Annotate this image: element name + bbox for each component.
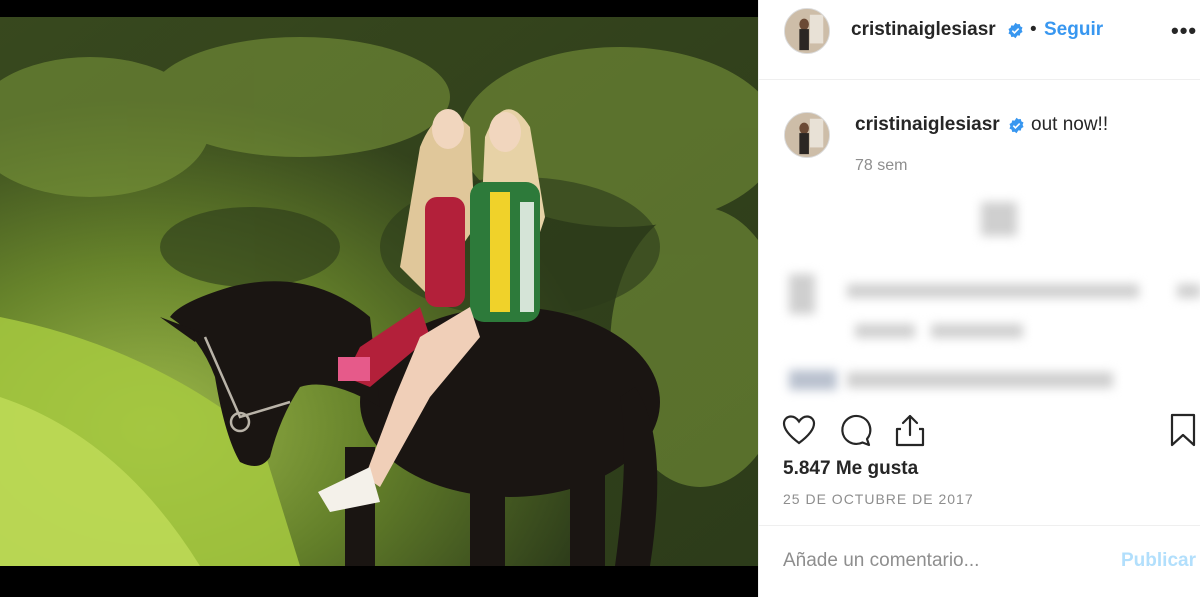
blurred-block	[1177, 284, 1200, 298]
comment-icon[interactable]	[837, 412, 873, 448]
caption-avatar[interactable]	[784, 112, 830, 158]
blurred-block	[981, 202, 1017, 236]
caption-text: out now!!	[1031, 114, 1109, 135]
post-media-frame	[0, 0, 758, 597]
post-date[interactable]: 25 DE OCTUBRE DE 2017	[783, 491, 974, 507]
blurred-block	[847, 284, 1139, 298]
photo-illustration	[0, 17, 758, 566]
blurred-block	[931, 324, 1023, 338]
avatar-image	[785, 113, 829, 157]
blurred-block	[789, 370, 837, 390]
header-username[interactable]: cristinaiglesiasr	[851, 19, 996, 41]
blurred-block	[855, 324, 915, 338]
bookmark-icon[interactable]	[1167, 412, 1199, 448]
blurred-block	[789, 274, 815, 314]
share-icon[interactable]	[892, 412, 928, 448]
post-photo[interactable]	[0, 17, 758, 566]
more-options-icon[interactable]: •••	[1171, 18, 1197, 44]
blurred-comments	[769, 190, 1200, 402]
post-actions	[759, 406, 1200, 456]
likes-count[interactable]: 5.847 Me gusta	[783, 458, 918, 480]
follow-button[interactable]: Seguir	[1044, 19, 1103, 41]
heart-icon[interactable]	[781, 412, 817, 448]
publish-button[interactable]: Publicar	[1121, 550, 1196, 572]
caption-timestamp[interactable]: 78 sem	[855, 157, 907, 175]
avatar[interactable]	[784, 8, 830, 54]
avatar-image	[785, 9, 829, 53]
post-header: cristinaiglesiasr • Seguir •••	[759, 0, 1200, 80]
verified-badge-icon	[1007, 22, 1024, 39]
blurred-block	[847, 372, 1113, 388]
comment-input[interactable]	[783, 547, 1103, 575]
caption-username[interactable]: cristinaiglesiasr	[855, 114, 1000, 136]
separator-dot: •	[1030, 19, 1037, 40]
verified-badge-icon	[1008, 117, 1025, 134]
post-sidebar: cristinaiglesiasr • Seguir ••• cristinai…	[758, 0, 1200, 597]
comment-form: Publicar	[759, 525, 1200, 597]
